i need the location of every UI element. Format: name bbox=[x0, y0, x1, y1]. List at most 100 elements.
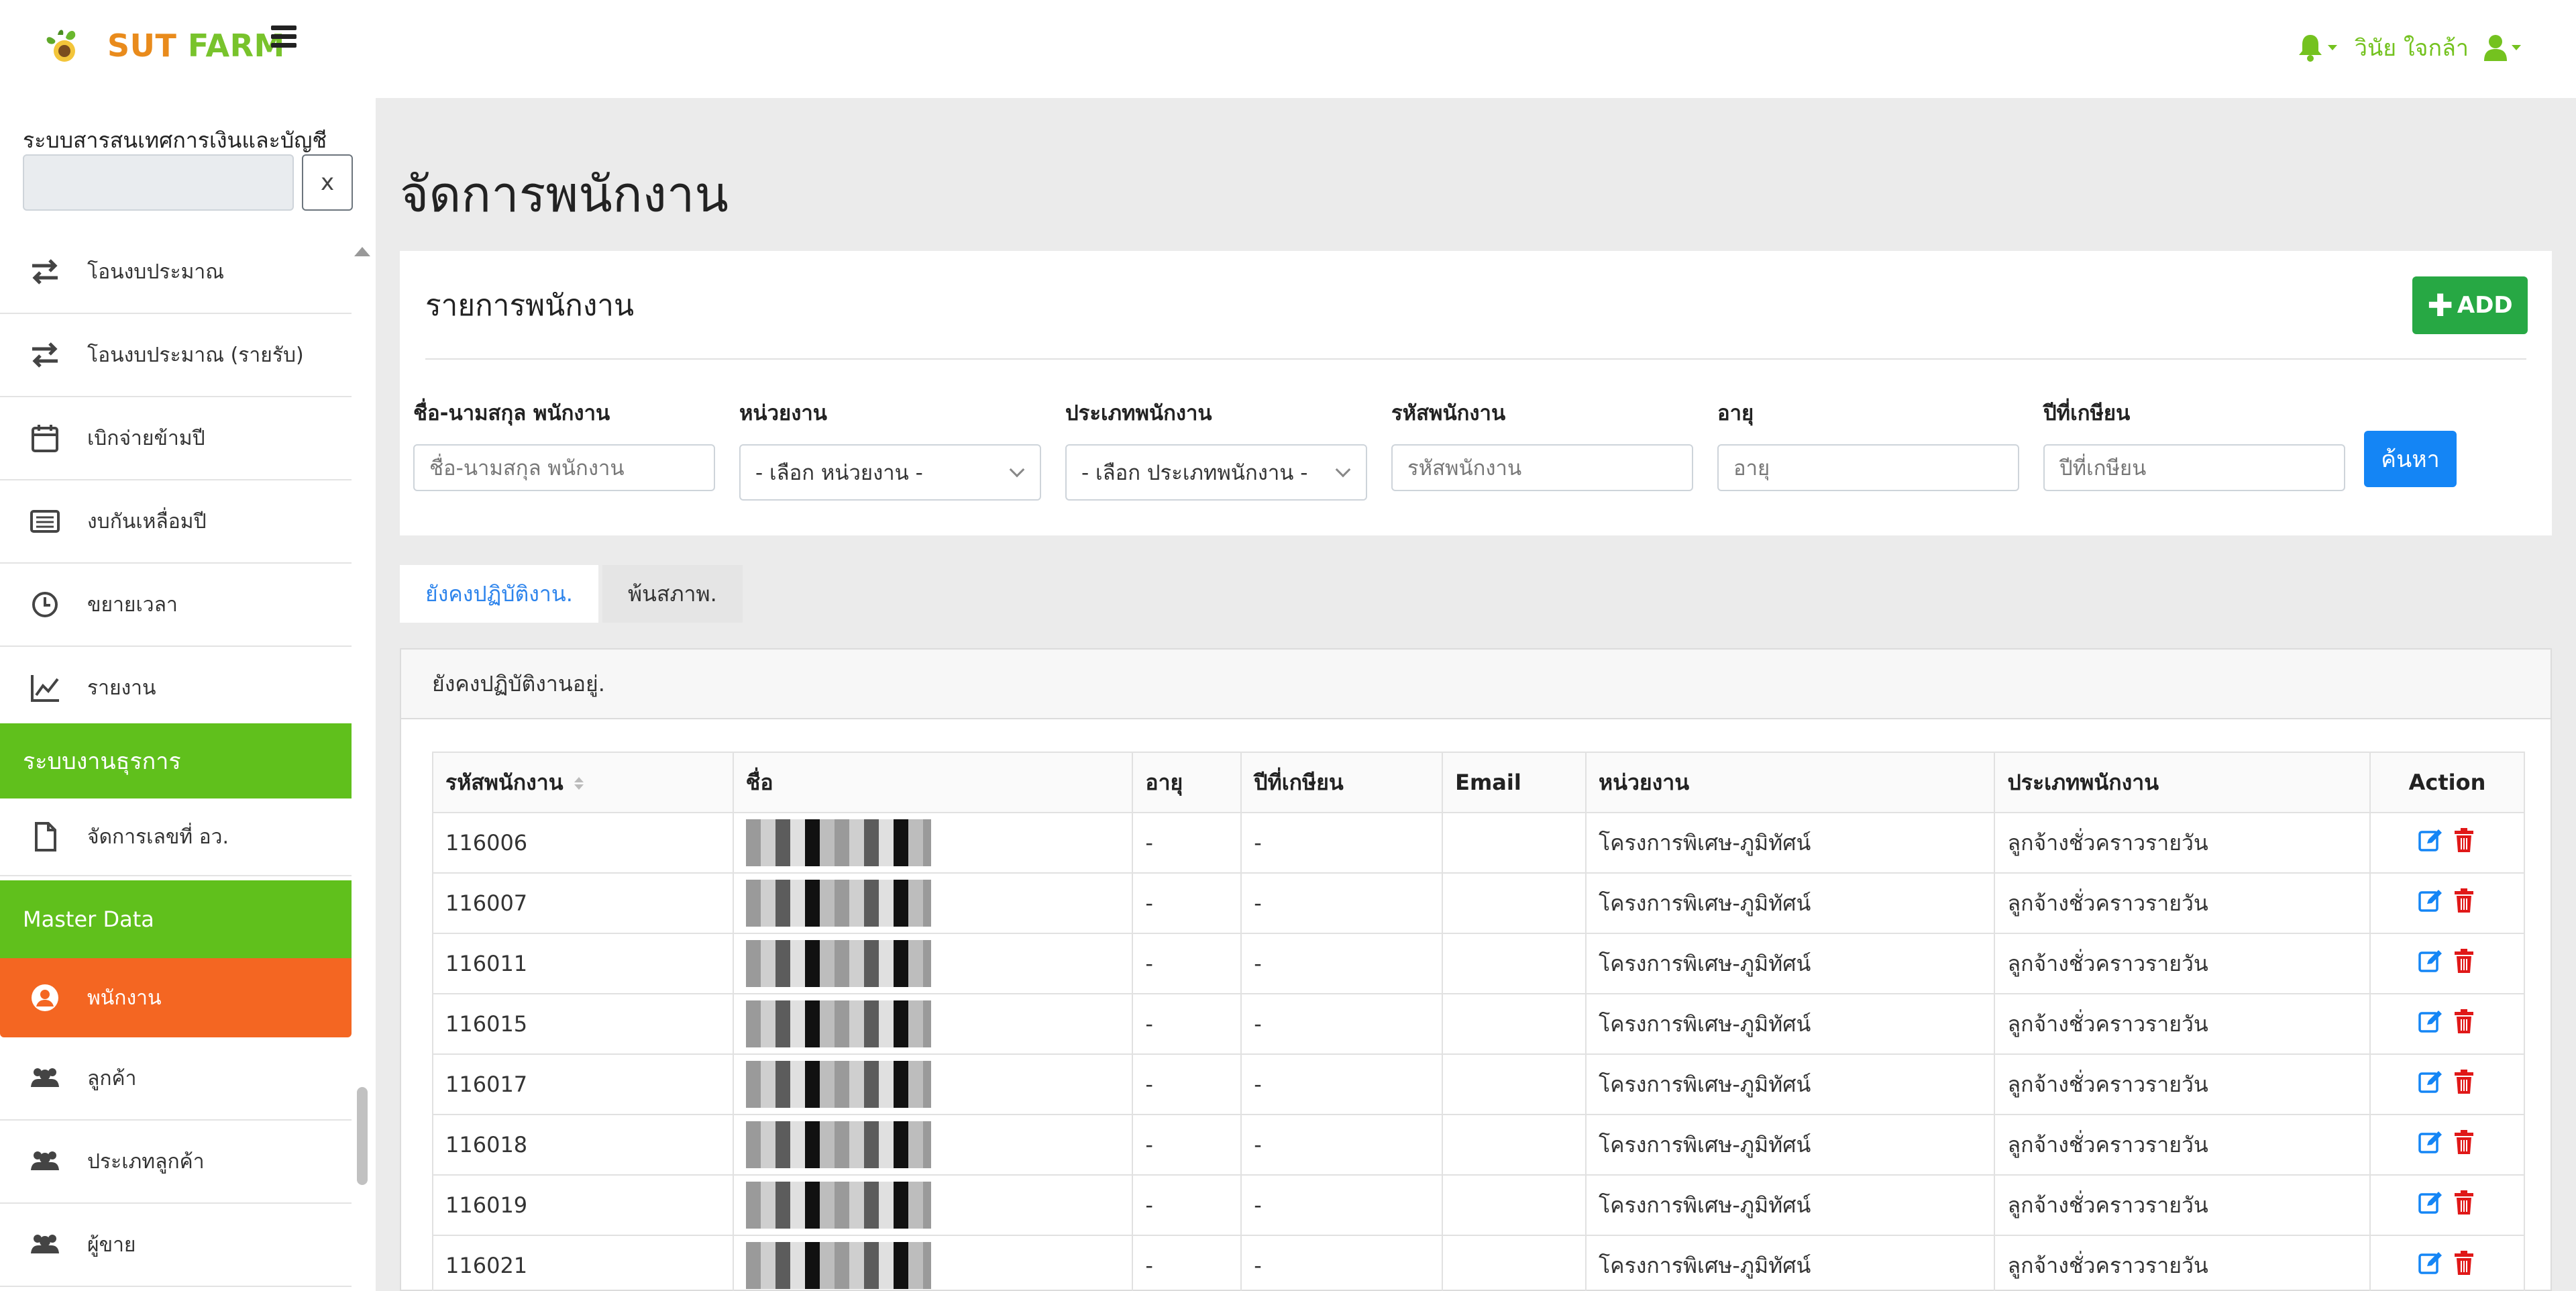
column-header-retire[interactable]: ปีที่เกษียน bbox=[1240, 752, 1444, 813]
sidebar-clear-button[interactable]: x bbox=[302, 154, 353, 211]
sidebar-item-budget-transfer[interactable]: โอนงบประมาณ bbox=[0, 231, 352, 314]
scroll-up-arrow-icon[interactable] bbox=[354, 247, 370, 256]
employee-code-input[interactable]: รหัสพนักงาน bbox=[1391, 444, 1693, 491]
sidebar-item-carry-over[interactable]: งบกันเหลื่อมปี bbox=[0, 480, 352, 564]
column-header-name[interactable]: ชื่อ bbox=[732, 752, 1134, 813]
table-header-row: รหัสพนักงาน ชื่อ อายุ ปีที่เกษียน Email … bbox=[432, 752, 2525, 813]
trash-icon[interactable] bbox=[2451, 1069, 2477, 1094]
panel-heading: ยังคงปฏิบัติงานอยู่. bbox=[401, 650, 2551, 719]
table-row: 116011 - - โครงการพิเศษ-ภูมิทัศน์ ลูกจ้า… bbox=[432, 933, 2525, 994]
page-title: จัดการพนักงาน bbox=[400, 166, 729, 223]
table-row: 116021 - - โครงการพิเศษ-ภูมิทัศน์ ลูกจ้า… bbox=[432, 1235, 2525, 1291]
edit-icon[interactable] bbox=[2418, 1009, 2443, 1034]
retire-year-input[interactable]: ปีที่เกษียน bbox=[2043, 444, 2345, 491]
cell-unit: โครงการพิเศษ-ภูมิทัศน์ bbox=[1585, 1174, 1996, 1236]
trash-icon[interactable] bbox=[2451, 948, 2477, 974]
sidebar-scrollbar[interactable] bbox=[357, 1087, 368, 1185]
filter-card: รายการพนักงาน ✚ ADD ชื่อ-นามสกุล พนักงาน … bbox=[400, 251, 2552, 535]
trash-icon[interactable] bbox=[2451, 1129, 2477, 1155]
cell-age: - bbox=[1132, 1053, 1242, 1115]
sidebar-item-extend-time[interactable]: ขยายเวลา bbox=[0, 564, 352, 647]
tab-terminated-employees[interactable]: พ้นสภาพ. bbox=[602, 565, 743, 623]
edit-icon[interactable] bbox=[2418, 1190, 2443, 1215]
employee-panel: ยังคงปฏิบัติงานอยู่. รหัสพนักงาน ชื่อ อา… bbox=[400, 648, 2552, 1291]
caret-down-icon[interactable] bbox=[2327, 45, 2337, 50]
employee-name-input[interactable]: ชื่อ-นามสกุล พนักงาน bbox=[413, 444, 715, 491]
sidebar-item-customer-types[interactable]: ประเภทลูกค้า bbox=[0, 1121, 352, 1204]
cell-code: 116021 bbox=[432, 1235, 734, 1291]
section-business[interactable]: ระบบงานธุรการ bbox=[0, 723, 352, 798]
cell-retire: - bbox=[1240, 1114, 1444, 1176]
trash-icon[interactable] bbox=[2451, 1190, 2477, 1215]
cell-email bbox=[1442, 1235, 1587, 1291]
user-circle-icon bbox=[30, 982, 60, 1013]
column-header-age[interactable]: อายุ bbox=[1132, 752, 1242, 813]
edit-icon[interactable] bbox=[2418, 948, 2443, 974]
trash-icon[interactable] bbox=[2451, 1250, 2477, 1276]
sidebar-search-input[interactable] bbox=[23, 154, 294, 211]
sidebar-item-label: ขยายเวลา bbox=[87, 592, 178, 617]
edit-icon[interactable] bbox=[2418, 1129, 2443, 1155]
user-icon[interactable] bbox=[2483, 34, 2508, 61]
employee-type-select[interactable]: - เลือก ประเภทพนักงาน - bbox=[1065, 444, 1367, 501]
add-button[interactable]: ✚ ADD bbox=[2412, 276, 2528, 334]
menu-toggle-icon[interactable] bbox=[271, 25, 297, 50]
cell-code: 116017 bbox=[432, 1053, 734, 1115]
calendar-icon bbox=[30, 423, 60, 454]
filter-retire-label: ปีที่เกษียน bbox=[2043, 401, 2131, 425]
cell-retire: - bbox=[1240, 993, 1444, 1055]
column-header-unit[interactable]: หน่วยงาน bbox=[1585, 752, 1996, 813]
list-icon bbox=[30, 506, 60, 537]
brand[interactable]: SUT FARM bbox=[42, 24, 285, 67]
column-header-email[interactable]: Email bbox=[1442, 752, 1587, 813]
cell-age: - bbox=[1132, 933, 1242, 994]
filter-name-label: ชื่อ-นามสกุล พนักงาน bbox=[413, 401, 610, 425]
edit-icon[interactable] bbox=[2418, 827, 2443, 853]
sidebar-item-budget-transfer-income[interactable]: โอนงบประมาณ (รายรับ) bbox=[0, 314, 352, 397]
trash-icon[interactable] bbox=[2451, 1009, 2477, 1034]
sidebar-item-customers[interactable]: ลูกค้า bbox=[0, 1037, 352, 1121]
cell-email bbox=[1442, 1053, 1587, 1115]
cell-unit: โครงการพิเศษ-ภูมิทัศน์ bbox=[1585, 993, 1996, 1055]
age-input[interactable]: อายุ bbox=[1717, 444, 2019, 491]
cell-retire: - bbox=[1240, 1053, 1444, 1115]
sidebar-item-cross-year[interactable]: เบิกจ่ายข้ามปี bbox=[0, 397, 352, 480]
employee-table: รหัสพนักงาน ชื่อ อายุ ปีที่เกษียน Email … bbox=[432, 752, 2525, 1291]
cell-type: ลูกจ้างชั่วคราวรายวัน bbox=[1994, 933, 2371, 994]
table-row: 116015 - - โครงการพิเศษ-ภูมิทัศน์ ลูกจ้า… bbox=[432, 993, 2525, 1055]
cell-retire: - bbox=[1240, 933, 1444, 994]
sidebar-item-vendors[interactable]: ผู้ขาย bbox=[0, 1204, 352, 1287]
column-header-type[interactable]: ประเภทพนักงาน bbox=[1994, 752, 2371, 813]
cell-unit: โครงการพิเศษ-ภูมิทัศน์ bbox=[1585, 1114, 1996, 1176]
divider bbox=[425, 358, 2526, 360]
cell-age: - bbox=[1132, 872, 1242, 934]
sidebar-item-report[interactable]: รายงาน bbox=[0, 647, 352, 730]
unit-select[interactable]: - เลือก หน่วยงาน - bbox=[739, 444, 1041, 501]
cell-unit: โครงการพิเศษ-ภูมิทัศน์ bbox=[1585, 812, 1996, 874]
user-name[interactable]: วินัย ใจกล้า bbox=[2355, 30, 2469, 66]
filter-type-label: ประเภทพนักงาน bbox=[1065, 401, 1212, 425]
cell-name bbox=[732, 1235, 1134, 1291]
edit-icon[interactable] bbox=[2418, 1250, 2443, 1276]
edit-icon[interactable] bbox=[2418, 1069, 2443, 1094]
cell-email bbox=[1442, 812, 1587, 874]
sidebar-item-label: พนักงาน bbox=[87, 986, 162, 1010]
trash-icon[interactable] bbox=[2451, 888, 2477, 913]
sidebar-item-document-number[interactable]: จัดการเลขที่ อว. bbox=[0, 798, 352, 876]
sidebar-item-employees[interactable]: พนักงาน bbox=[0, 958, 352, 1037]
bell-icon[interactable] bbox=[2297, 34, 2324, 62]
caret-down-icon[interactable] bbox=[2512, 45, 2521, 50]
top-navbar: SUT FARM วินัย ใจกล้า bbox=[0, 0, 2576, 98]
sidebar-item-label: ประเภทลูกค้า bbox=[87, 1149, 205, 1174]
trash-icon[interactable] bbox=[2451, 827, 2477, 853]
filter-type: ประเภทพนักงาน - เลือก ประเภทพนักงาน - bbox=[1065, 396, 1367, 501]
search-button[interactable]: ค้นหา bbox=[2364, 431, 2457, 487]
edit-icon[interactable] bbox=[2418, 888, 2443, 913]
redacted-name bbox=[745, 819, 931, 866]
sort-icon[interactable] bbox=[574, 777, 584, 790]
section-master-data[interactable]: Master Data bbox=[0, 880, 352, 958]
cell-type: ลูกจ้างชั่วคราวรายวัน bbox=[1994, 812, 2371, 874]
tab-active-employees[interactable]: ยังคงปฏิบัติงาน. bbox=[400, 565, 598, 623]
table-row: 116006 - - โครงการพิเศษ-ภูมิทัศน์ ลูกจ้า… bbox=[432, 812, 2525, 874]
column-header-code[interactable]: รหัสพนักงาน bbox=[432, 752, 734, 813]
